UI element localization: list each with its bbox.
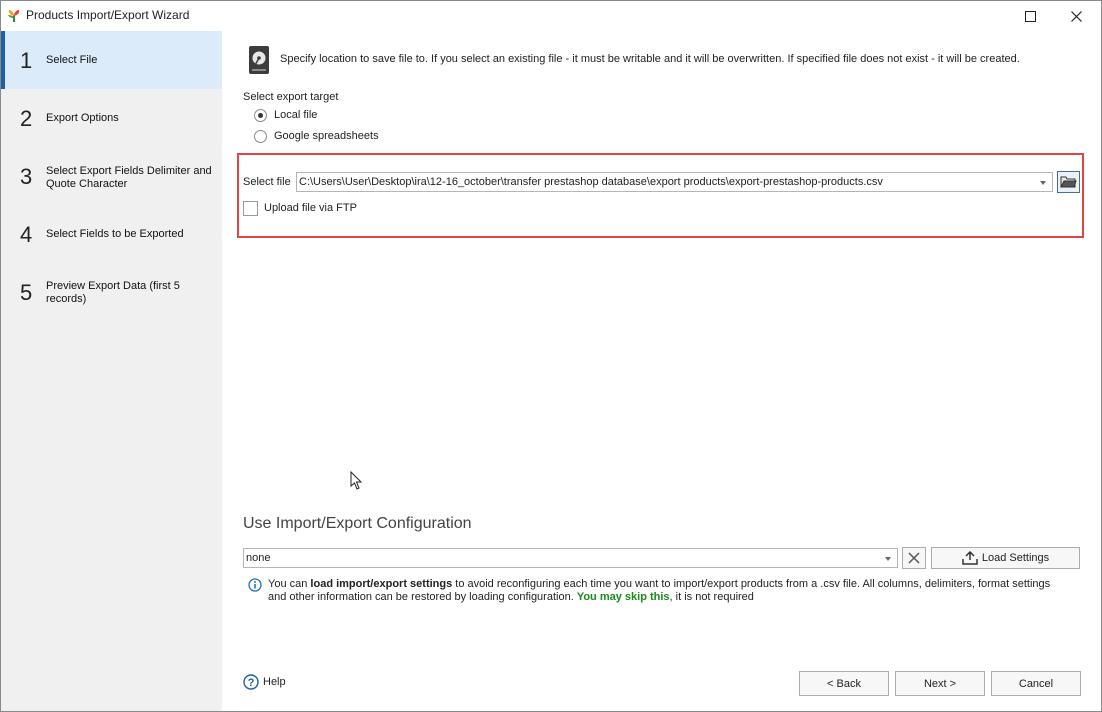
next-button[interactable]: Next >: [895, 671, 985, 696]
title-bar: Products Import/Export Wizard: [1, 1, 1101, 31]
load-settings-label: Load Settings: [981, 552, 1050, 564]
local-file-label[interactable]: Local file: [274, 109, 317, 121]
maximize-button[interactable]: [1007, 1, 1053, 31]
svg-text:?: ?: [248, 677, 255, 689]
next-label: Next >: [923, 677, 957, 690]
clear-config-button[interactable]: [902, 547, 926, 569]
step-label: Select File: [46, 54, 98, 66]
help-icon: ?: [243, 674, 259, 690]
wizard-window: Products Import/Export Wizard 1 Select F…: [0, 0, 1102, 712]
step-delimiter[interactable]: 3 Select Export Fields Delimiter and Quo…: [1, 147, 222, 205]
load-settings-button[interactable]: Load Settings: [931, 547, 1080, 569]
help-link[interactable]: ? Help: [243, 674, 286, 690]
skip-hint: You may skip this: [576, 591, 670, 603]
hard-drive-icon: [249, 46, 269, 74]
local-file-radio[interactable]: [254, 109, 267, 122]
cancel-button[interactable]: Cancel: [991, 671, 1081, 696]
highlight-box: [237, 153, 1084, 238]
step-select-fields[interactable]: 4 Select Fields to be Exported: [1, 205, 222, 263]
step-label: Select Export Fields Delimiter and Quote…: [46, 165, 212, 190]
upload-ftp-label[interactable]: Upload file via FTP: [264, 202, 357, 214]
config-value: none: [246, 552, 271, 564]
file-path-input[interactable]: C:\Users\User\Desktop\ira\12-16_october\…: [296, 172, 1053, 192]
maximize-icon: [1024, 10, 1036, 22]
hint-text: and other information can be restored by…: [268, 591, 577, 603]
upload-ftp-checkbox[interactable]: [243, 201, 258, 216]
hint-text: , it is not required: [669, 591, 754, 603]
wizard-steps-sidebar: 1 Select File 2 Export Options 3 Select …: [1, 31, 222, 711]
step-label: Preview Export Data (first 5 records): [46, 280, 180, 305]
step-label: Select Fields to be Exported: [46, 228, 184, 240]
app-logo-icon: [8, 10, 20, 22]
back-button[interactable]: < Back: [799, 671, 889, 696]
hint-bold: load import/export settings: [310, 578, 453, 590]
export-target-label: Select export target: [243, 91, 339, 103]
help-label: Help: [263, 676, 286, 688]
step-select-file[interactable]: 1 Select File: [1, 31, 222, 89]
folder-open-icon: [1060, 176, 1077, 188]
close-button[interactable]: [1053, 1, 1099, 31]
cancel-label: Cancel: [1018, 677, 1054, 690]
main-panel: Specify location to save file to. If you…: [222, 31, 1101, 711]
step-number: 1: [20, 48, 33, 73]
step-number: 2: [20, 106, 33, 131]
window-title: Products Import/Export Wizard: [26, 8, 190, 22]
config-heading: Use Import/Export Configuration: [243, 515, 472, 532]
step-preview[interactable]: 5 Preview Export Data (first 5 records): [1, 263, 222, 321]
browse-folder-button[interactable]: [1057, 171, 1080, 193]
google-spreadsheets-radio[interactable]: [254, 130, 267, 143]
step-number: 5: [20, 280, 33, 305]
chevron-down-icon[interactable]: [1040, 181, 1046, 185]
config-select[interactable]: none: [243, 548, 898, 568]
step-number: 4: [20, 222, 33, 247]
upload-icon: [962, 551, 978, 565]
close-icon: [908, 552, 920, 564]
info-text: Specify location to save file to. If you…: [280, 53, 1020, 65]
step-number: 3: [20, 164, 33, 189]
close-icon: [1070, 10, 1082, 22]
info-icon: [248, 578, 262, 592]
hint-text: to avoid reconfiguring each time you wan…: [452, 578, 1051, 590]
mouse-cursor-icon: [350, 471, 363, 490]
select-file-label: Select file: [243, 176, 291, 188]
step-export-options[interactable]: 2 Export Options: [1, 89, 222, 147]
hint-text: You can: [268, 578, 311, 590]
config-hint: You can load import/export settings to a…: [268, 578, 1093, 604]
step-label: Export Options: [46, 112, 119, 124]
back-label: < Back: [827, 677, 861, 690]
chevron-down-icon[interactable]: [885, 557, 891, 561]
google-spreadsheets-label[interactable]: Google spreadsheets: [274, 130, 379, 142]
file-path-value: C:\Users\User\Desktop\ira\12-16_october\…: [299, 176, 883, 188]
